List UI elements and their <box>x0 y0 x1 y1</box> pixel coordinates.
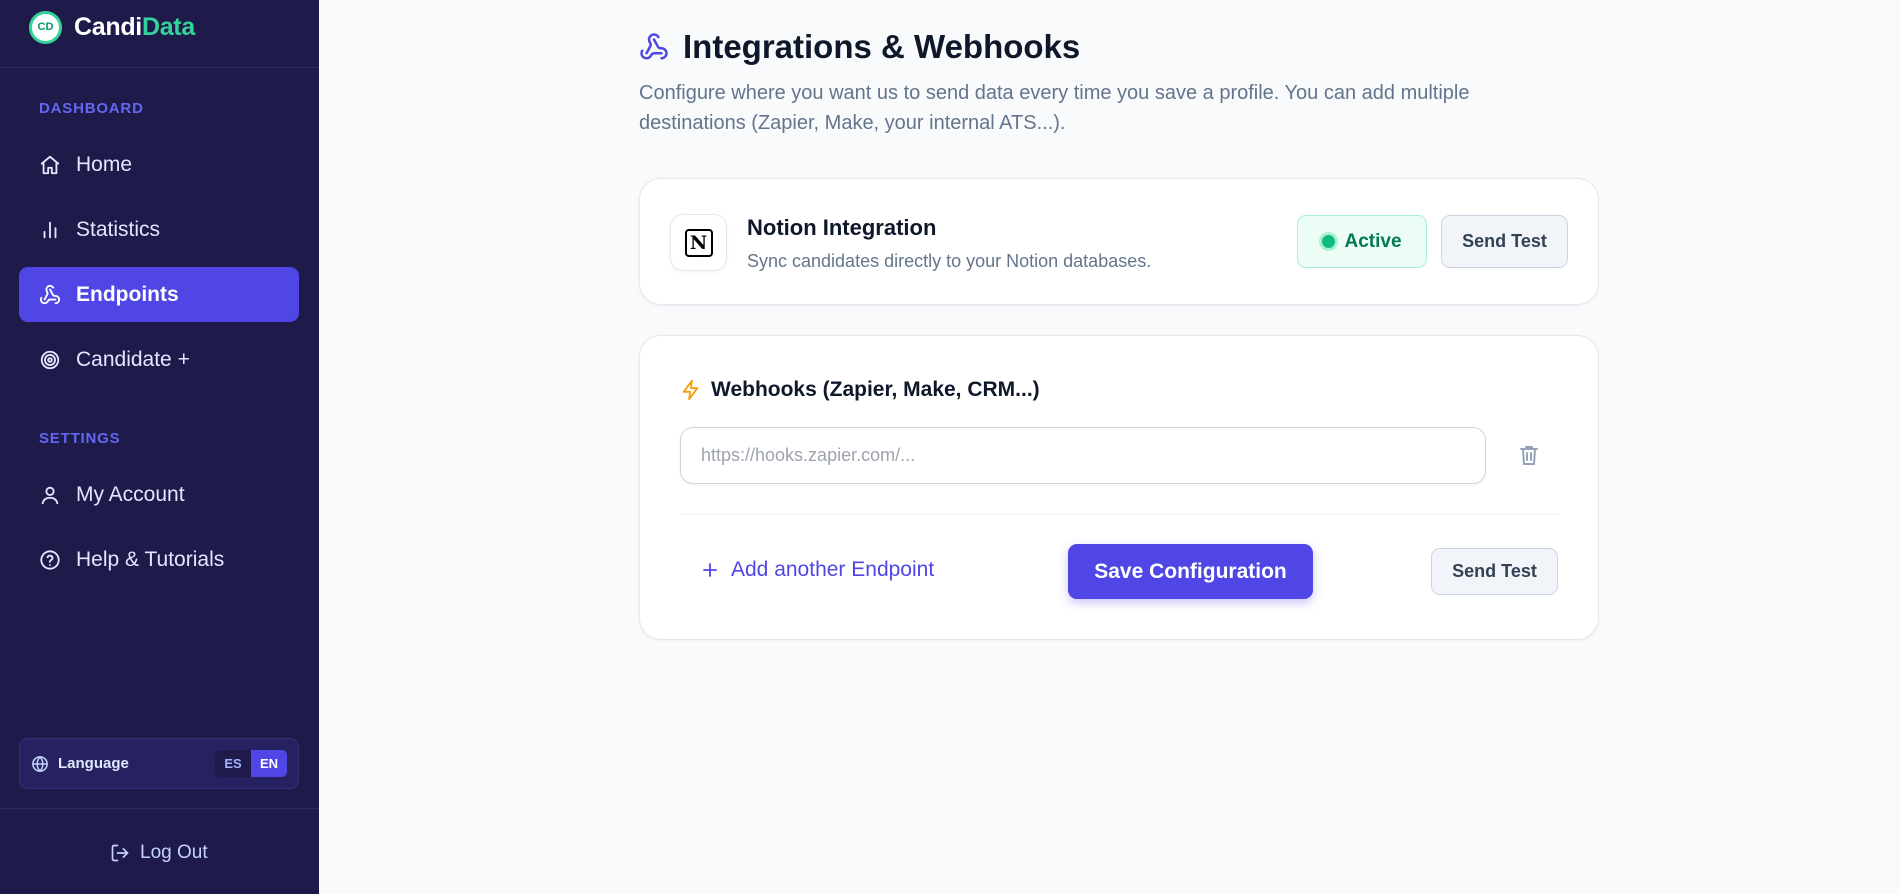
logout-button[interactable]: Log Out <box>110 842 208 864</box>
brand[interactable]: CD CandiData <box>29 10 195 44</box>
page-title: Integrations & Webhooks <box>683 28 1081 65</box>
webhook-url-input[interactable] <box>680 427 1486 484</box>
target-icon <box>39 349 61 371</box>
sidebar-item-home[interactable]: Home <box>19 137 299 192</box>
webhooks-title: Webhooks (Zapier, Make, CRM...) <box>711 378 1040 401</box>
language-switcher: Language ES EN <box>19 738 299 789</box>
globe-icon <box>32 755 48 772</box>
webhooks-send-test-button[interactable]: Send Test <box>1431 548 1558 595</box>
sidebar-item-endpoints[interactable]: Endpoints <box>19 267 299 322</box>
webhooks-card: Webhooks (Zapier, Make, CRM...) Add anot… <box>639 335 1599 640</box>
trash-icon <box>1520 446 1538 465</box>
sidebar-divider <box>0 808 319 809</box>
sidebar-divider <box>0 67 319 68</box>
user-icon <box>39 484 61 506</box>
notion-subtitle: Sync candidates directly to your Notion … <box>747 251 1152 271</box>
sidebar-item-statistics[interactable]: Statistics <box>19 202 299 257</box>
sidebar-item-label: Statistics <box>76 217 161 241</box>
sidebar-item-candidate[interactable]: Candidate + <box>19 332 299 387</box>
sidebar-item-label: Endpoints <box>76 282 179 306</box>
status-badge: Active <box>1297 215 1427 268</box>
section-label-settings: SETTINGS <box>39 430 121 447</box>
language-option-en[interactable]: EN <box>251 750 287 777</box>
save-configuration-button[interactable]: Save Configuration <box>1068 544 1313 599</box>
status-dot-icon <box>1322 235 1336 248</box>
sidebar-item-help[interactable]: Help & Tutorials <box>19 532 299 587</box>
notion-send-test-button[interactable]: Send Test <box>1441 215 1568 268</box>
delete-endpoint-button[interactable] <box>1516 442 1542 468</box>
language-option-es[interactable]: ES <box>215 750 251 777</box>
notion-title: Notion Integration <box>747 215 937 240</box>
add-endpoint-button[interactable]: Add another Endpoint <box>701 558 934 582</box>
sidebar: CD CandiData DASHBOARD Home Statistics E… <box>0 0 319 894</box>
sidebar-item-label: Home <box>76 152 133 176</box>
sidebar-item-label: My Account <box>76 482 185 506</box>
sidebar-item-my-account[interactable]: My Account <box>19 467 299 522</box>
help-circle-icon <box>39 549 61 571</box>
webhook-icon <box>640 33 668 60</box>
notion-logo-icon: N <box>670 214 727 271</box>
notion-integration-card: N Notion Integration Sync candidates dir… <box>639 178 1599 305</box>
webhooks-divider <box>680 514 1560 515</box>
logout-label: Log Out <box>140 842 208 863</box>
sidebar-item-label: Help & Tutorials <box>76 547 225 571</box>
language-toggle: ES EN <box>215 750 287 777</box>
language-label: Language <box>58 755 129 772</box>
webhooks-header: Webhooks (Zapier, Make, CRM...) <box>680 378 1040 402</box>
plus-icon <box>703 563 717 577</box>
section-label-dashboard: DASHBOARD <box>39 100 144 117</box>
bar-chart-icon <box>39 219 61 241</box>
webhook-icon <box>39 284 61 306</box>
page-description: Configure where you want us to send data… <box>639 82 1470 134</box>
add-endpoint-label: Add another Endpoint <box>731 558 935 581</box>
page-header: Integrations & Webhooks <box>639 28 1080 66</box>
sidebar-item-label: Candidate + <box>76 347 190 371</box>
home-icon <box>39 154 61 176</box>
brand-logo-icon: CD <box>29 10 62 44</box>
status-label: Active <box>1344 230 1402 252</box>
brand-name: CandiData <box>74 12 195 41</box>
logout-icon <box>111 844 129 862</box>
lightning-icon <box>682 379 699 401</box>
